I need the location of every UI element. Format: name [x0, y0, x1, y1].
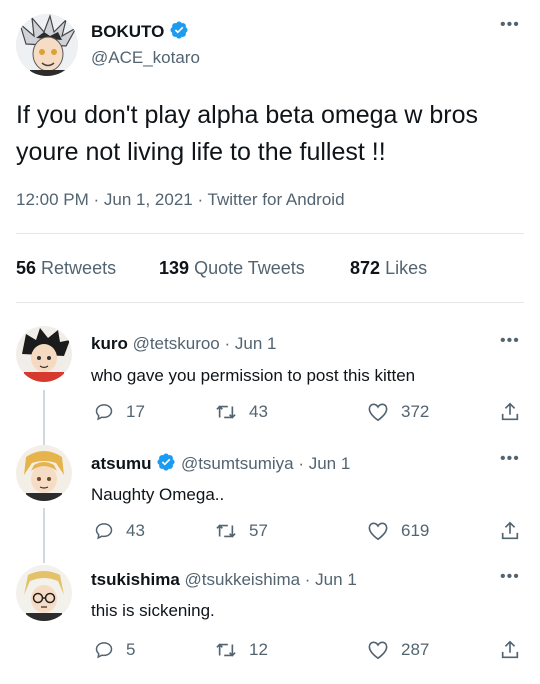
retweet-count: 12	[249, 640, 268, 659]
heart-icon	[367, 640, 389, 660]
main-timestamp[interactable]: 12:00 PM · Jun 1, 2021 · Twitter for And…	[16, 190, 345, 210]
main-author[interactable]: BOKUTO	[91, 20, 189, 45]
reply-avatar[interactable]	[16, 565, 72, 621]
comment-icon	[94, 402, 114, 422]
reply-handle[interactable]: @tsukkeishima	[185, 570, 301, 589]
retweet-icon	[215, 402, 237, 422]
reply-header: atsumu @tsumtsumiya · Jun 1	[91, 452, 350, 477]
share-icon	[499, 639, 521, 661]
reply-text: who gave you permission to post this kit…	[91, 366, 416, 385]
like-count: 372	[401, 402, 430, 421]
like-count: 287	[401, 640, 430, 659]
reply-avatar[interactable]	[16, 326, 72, 382]
likes-stat[interactable]: 872 Likes	[350, 258, 427, 279]
stats-row: 56 Retweets	[16, 258, 116, 279]
main-more-icon[interactable]: •••	[500, 16, 520, 34]
divider	[16, 233, 524, 234]
share-icon	[499, 401, 521, 423]
reply-button[interactable]: 5	[94, 640, 135, 660]
reply-button[interactable]: 17	[94, 402, 145, 422]
verified-badge-icon	[156, 452, 176, 477]
retweets-stat[interactable]: 56 Retweets	[16, 258, 116, 278]
reply-date[interactable]: · Jun 1	[298, 454, 350, 473]
reply-text: this is sickening.	[91, 601, 215, 620]
share-button[interactable]	[499, 520, 521, 542]
like-button[interactable]: 287	[367, 640, 429, 660]
retweet-count: 43	[249, 402, 268, 421]
main-handle[interactable]: @ACE_kotaro	[91, 48, 200, 68]
retweet-button[interactable]: 57	[215, 521, 268, 541]
heart-icon	[367, 521, 389, 541]
comment-icon	[94, 640, 114, 660]
verified-badge-icon	[169, 20, 189, 45]
reply-count: 43	[126, 521, 145, 540]
main-tweet-text: If you don't play alpha beta omega w bro…	[16, 101, 479, 166]
reply-more-icon[interactable]: •••	[500, 450, 520, 468]
share-button[interactable]	[499, 639, 521, 661]
reply-handle[interactable]: @tsumtsumiya	[181, 454, 294, 473]
reply-date[interactable]: · Jun 1	[305, 570, 357, 589]
quotes-stat[interactable]: 139 Quote Tweets	[159, 258, 305, 279]
share-icon	[499, 520, 521, 542]
retweet-icon	[215, 640, 237, 660]
reply-header: tsukishima @tsukkeishima · Jun 1	[91, 570, 357, 590]
reply-display-name[interactable]: tsukishima	[91, 570, 180, 589]
reply-handle[interactable]: @tetskuroo	[133, 334, 220, 353]
retweet-count: 57	[249, 521, 268, 540]
retweet-button[interactable]: 43	[215, 402, 268, 422]
reply-count: 5	[126, 640, 136, 659]
main-avatar[interactable]	[16, 14, 78, 76]
thread-line	[43, 390, 45, 445]
like-button[interactable]: 372	[367, 402, 429, 422]
reply-avatar[interactable]	[16, 445, 72, 501]
reply-text: Naughty Omega..	[91, 485, 225, 504]
reply-more-icon[interactable]: •••	[500, 332, 520, 350]
like-button[interactable]: 619	[367, 521, 429, 541]
reply-display-name[interactable]: kuro	[91, 334, 128, 353]
heart-icon	[367, 402, 389, 422]
reply-more-icon[interactable]: •••	[500, 568, 520, 586]
retweet-button[interactable]: 12	[215, 640, 268, 660]
thread-line	[43, 508, 45, 563]
reply-count: 17	[126, 402, 145, 421]
main-display-name: BOKUTO	[91, 22, 165, 41]
reply-date[interactable]: · Jun 1	[225, 334, 277, 353]
like-count: 619	[401, 521, 430, 540]
divider	[16, 302, 524, 303]
share-button[interactable]	[499, 401, 521, 423]
comment-icon	[94, 521, 114, 541]
reply-display-name[interactable]: atsumu	[91, 454, 151, 473]
reply-button[interactable]: 43	[94, 521, 145, 541]
retweet-icon	[215, 521, 237, 541]
reply-header: kuro @tetskuroo · Jun 1	[91, 334, 276, 354]
